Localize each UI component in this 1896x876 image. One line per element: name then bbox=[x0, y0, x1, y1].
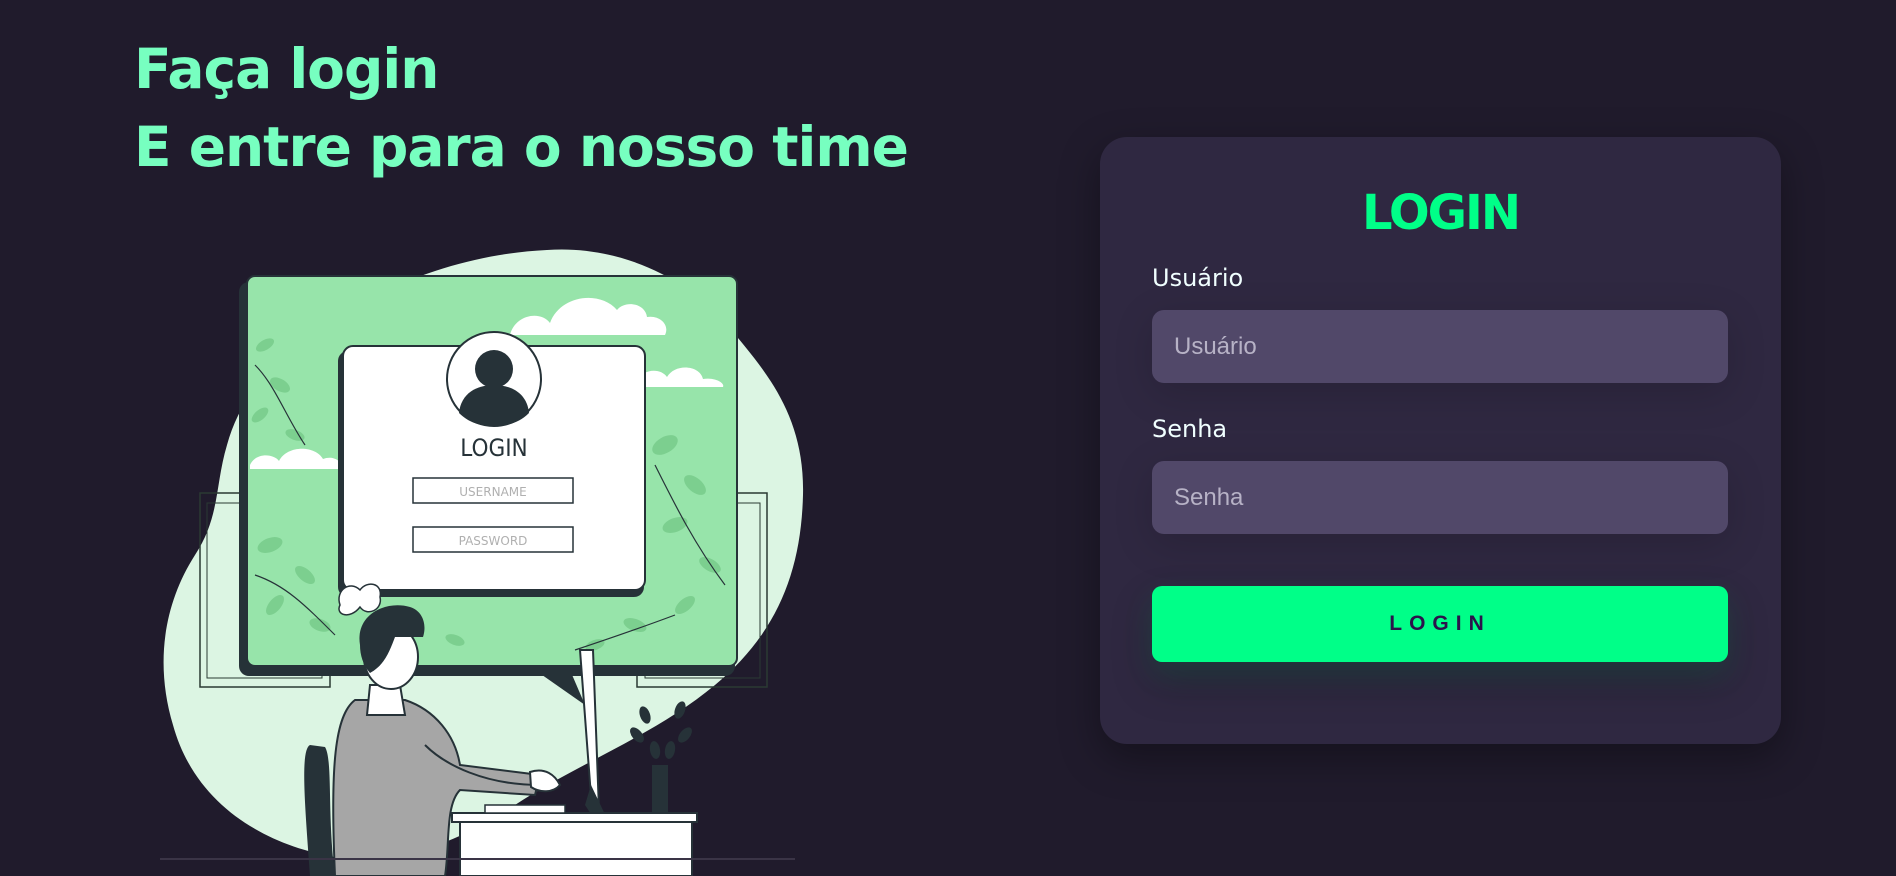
login-illustration: LOGIN USERNAME PASSWORD bbox=[160, 249, 804, 876]
mini-card-title: LOGIN bbox=[460, 434, 527, 462]
password-input[interactable] bbox=[1152, 461, 1728, 534]
plant-pot bbox=[652, 765, 668, 815]
login-title: LOGIN bbox=[1361, 185, 1521, 241]
mini-username-placeholder: USERNAME bbox=[459, 485, 526, 499]
hero-heading: Faça login E entre para o nosso time bbox=[134, 30, 909, 186]
login-page: Faça login E entre para o nosso time LOG… bbox=[0, 0, 1896, 876]
hero-line-2: E entre para o nosso time bbox=[134, 115, 909, 179]
desk-top bbox=[451, 812, 698, 823]
desk-body bbox=[459, 821, 693, 876]
password-label: Senha bbox=[1152, 415, 1228, 443]
login-card: LOGIN Usuário Senha LOGIN bbox=[1100, 137, 1781, 744]
mini-password-placeholder: PASSWORD bbox=[459, 534, 528, 548]
username-input[interactable] bbox=[1152, 310, 1728, 383]
login-button[interactable]: LOGIN bbox=[1152, 586, 1728, 662]
keyboard bbox=[484, 804, 566, 814]
hero-line-1: Faça login bbox=[134, 37, 439, 101]
username-label: Usuário bbox=[1152, 264, 1244, 292]
